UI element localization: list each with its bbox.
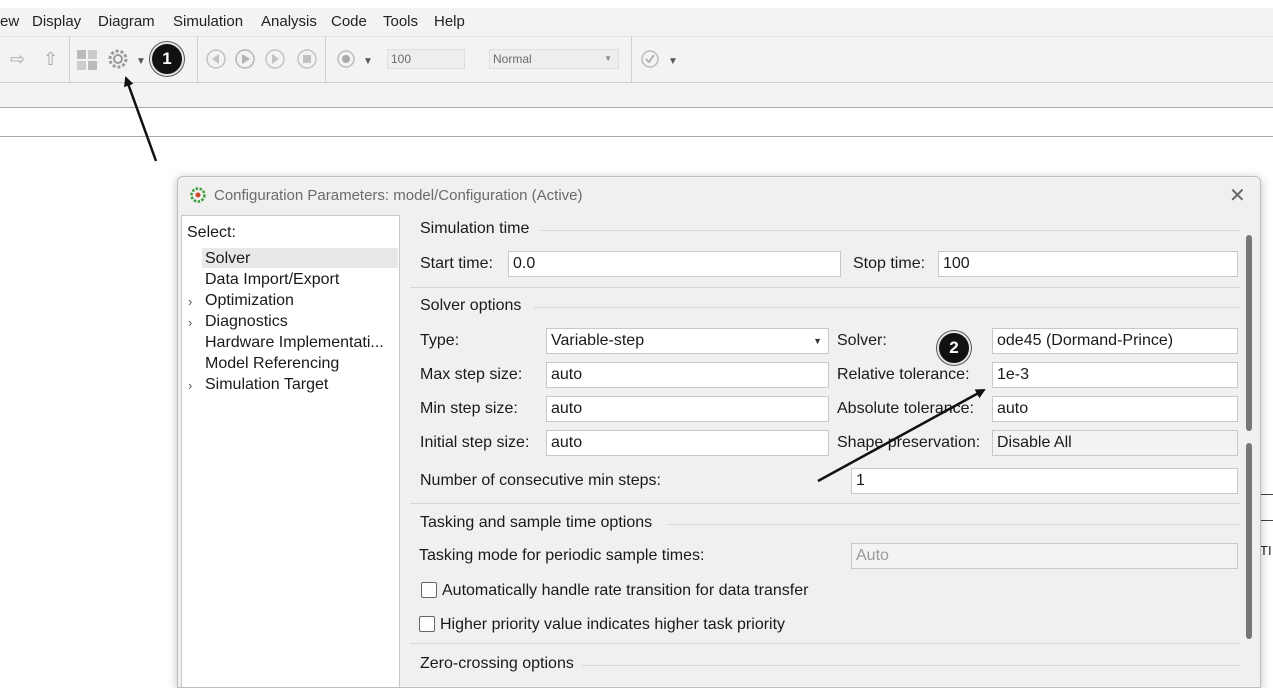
- arrow-to-relative-tolerance: [817, 388, 986, 483]
- arrow-to-gear-icon: [124, 76, 158, 162]
- annotation-arrows: [124, 76, 986, 483]
